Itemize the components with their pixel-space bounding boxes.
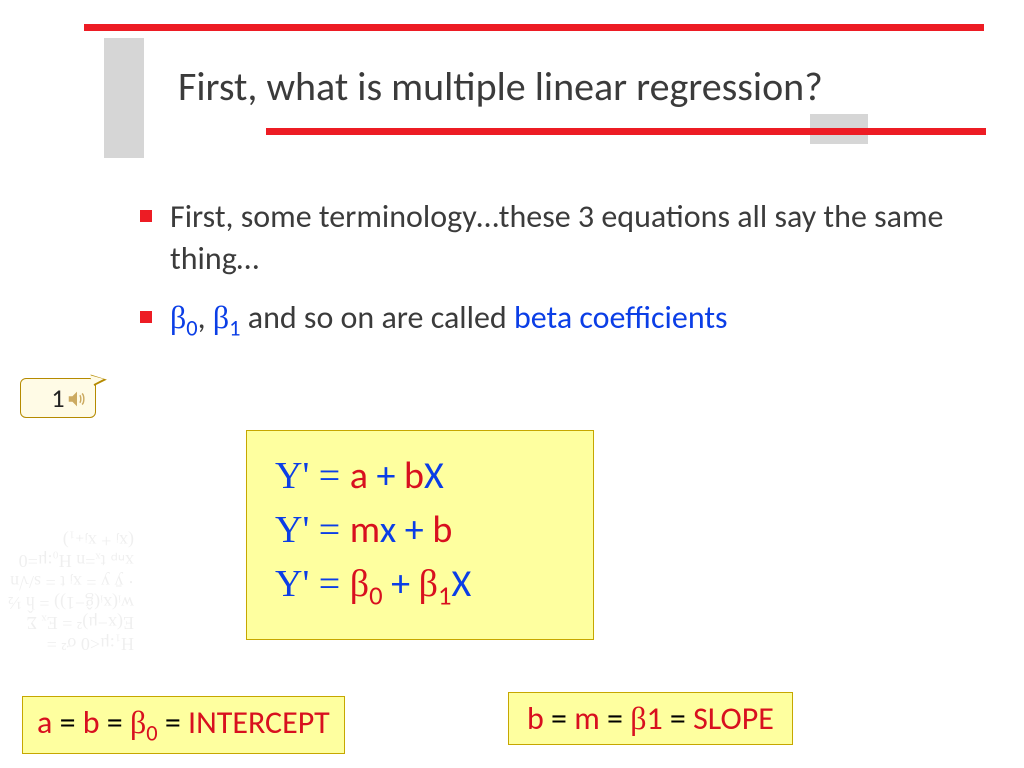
decorative-gray-block-left [104,38,144,158]
bullet-item: First, some terminology…these 3 equation… [140,196,960,279]
bullet-list: First, some terminology…these 3 equation… [140,196,960,362]
title-underline [266,128,986,135]
equations-box: Y' = a + bX Y' = mx + b Y' = β0 + β1X [246,430,594,640]
beta0-subscript: 0 [186,316,197,343]
bullet-marker-icon [140,311,152,323]
slide-title: First, what is multiple linear regressio… [178,62,823,111]
beta1-symbol: β [213,299,229,335]
top-divider [84,24,984,31]
intercept-box: a = b = β0 = INTERCEPT [22,696,345,754]
beta1-subscript: 1 [229,316,240,343]
bullet-item: β0, β1 and so on are called beta coeffic… [140,297,960,344]
bullet-text: First, some terminology…these 3 equation… [170,196,960,279]
equation-1: Y' = a + bX [275,453,565,499]
bullet-text: β0, β1 and so on are called beta coeffic… [170,297,728,344]
audio-speaker-icon[interactable] [66,388,88,410]
callout-label: 1 [51,382,64,414]
equation-3: Y' = β0 + β1X [275,561,565,613]
bullet-marker-icon [140,210,152,222]
beta-coefficients-term: beta coefficients [514,298,728,337]
beta0-symbol: β [170,299,186,335]
slope-box: b = m = β1 = SLOPE [508,692,793,745]
equation-2: Y' = mx + b [275,507,565,553]
